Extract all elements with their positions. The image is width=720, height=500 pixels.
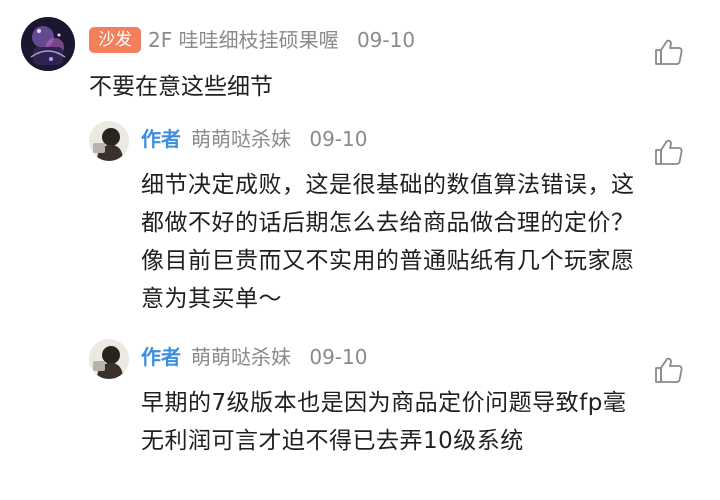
comment-thread: 沙发 2F 哇哇细枝挂硕果喔 09-10 不要在意这些细节 作者 萌萌哒杀妹 0… — [0, 0, 720, 500]
avatar[interactable] — [21, 17, 75, 71]
reply-text: 细节决定成败，这是很基础的数值算法错误，这都做不好的话后期怎么去给商品做合理的定… — [141, 172, 635, 312]
username[interactable]: 哇哇细枝挂硕果喔 — [179, 28, 339, 52]
reply-meta: 萌萌哒杀妹 09-10 — [191, 344, 367, 370]
reply-date: 09-10 — [309, 127, 368, 151]
floor-badge: 沙发 — [89, 27, 141, 53]
comment-meta: 2F 哇哇细枝挂硕果喔 09-10 — [148, 27, 415, 53]
reply-date: 09-10 — [309, 345, 368, 369]
author-tag: 作者 — [141, 345, 181, 369]
username[interactable]: 萌萌哒杀妹 — [191, 127, 291, 151]
like-button[interactable] — [654, 38, 684, 66]
reply-avatar[interactable] — [89, 339, 129, 379]
thumbs-up-icon — [655, 357, 683, 383]
avatar-icon — [89, 121, 129, 161]
username[interactable]: 萌萌哒杀妹 — [191, 345, 291, 369]
avatar-icon — [89, 339, 129, 379]
comment-date: 09-10 — [356, 28, 416, 52]
author-tag: 作者 — [141, 127, 181, 151]
like-button[interactable] — [654, 138, 684, 166]
like-button[interactable] — [654, 356, 684, 384]
thumbs-up-icon — [655, 139, 683, 165]
floor-number: 2F — [148, 28, 173, 52]
thumbs-up-icon — [655, 39, 683, 65]
reply-avatar[interactable] — [89, 121, 129, 161]
avatar-icon — [21, 17, 75, 71]
reply-text: 早期的7级版本也是因为商品定价问题导致fp毫无利润可言才迫不得已去弄10级系统 — [141, 390, 627, 454]
comment-text: 不要在意这些细节 — [89, 74, 273, 100]
reply-meta: 萌萌哒杀妹 09-10 — [191, 126, 367, 152]
